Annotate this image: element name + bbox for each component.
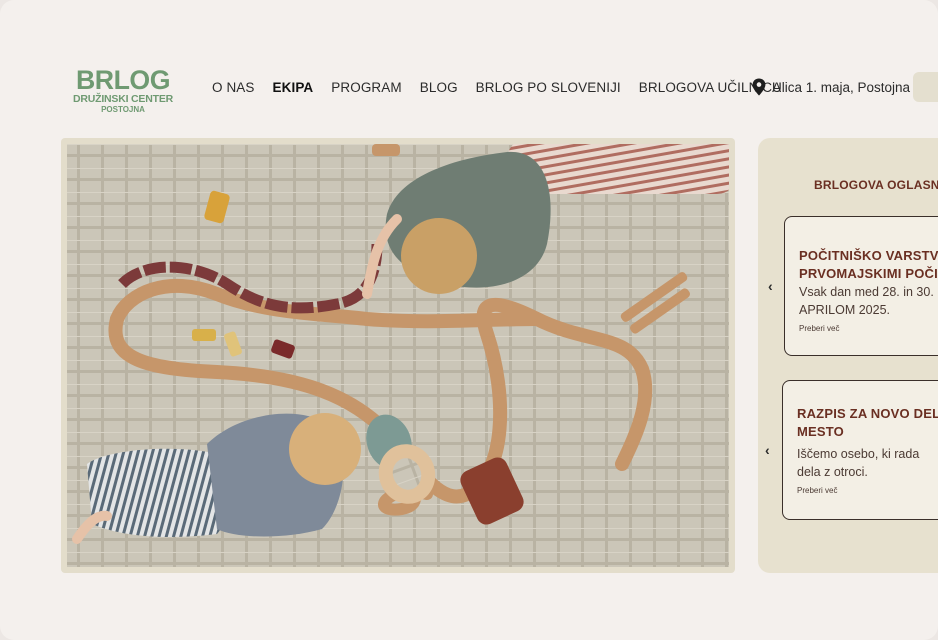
noticeboard-title: BRLOGOVA OGLASNA bbox=[814, 178, 938, 192]
nav-item-ekipa[interactable]: EKIPA bbox=[273, 80, 314, 95]
address[interactable]: Ulica 1. maja, Postojna bbox=[752, 78, 910, 96]
logo-subtitle: DRUŽINSKI CENTER bbox=[72, 93, 174, 105]
notice-card-title: POČITNIŠKO VARSTVO PRVOMAJSKIMI POČIT bbox=[799, 248, 938, 281]
notice-card[interactable]: RAZPIS ZA NOVO DELO MESTO Iščemo osebo, … bbox=[782, 380, 938, 520]
nav-item-blog[interactable]: BLOG bbox=[420, 80, 458, 95]
hero-image-frame bbox=[61, 138, 735, 573]
header-cta-button[interactable] bbox=[913, 72, 938, 102]
nav-item-program[interactable]: PROGRAM bbox=[331, 80, 401, 95]
notice-card[interactable]: POČITNIŠKO VARSTVO PRVOMAJSKIMI POČIT Vs… bbox=[784, 216, 938, 356]
logo-wordmark: BRLOG bbox=[76, 65, 170, 95]
chevron-left-icon[interactable]: ‹ bbox=[765, 443, 770, 457]
logo-graphic: BRLOG bbox=[76, 65, 171, 95]
read-more-link[interactable]: Preberi več bbox=[797, 486, 837, 495]
nav-item-o-nas[interactable]: O NAS bbox=[212, 80, 255, 95]
logo-city: POSTOJNA bbox=[101, 105, 145, 114]
page: BRLOG DRUŽINSKI CENTER POSTOJNA O NAS EK… bbox=[0, 0, 938, 640]
address-text: Ulica 1. maja, Postojna bbox=[772, 79, 911, 95]
main-nav: O NAS EKIPA PROGRAM BLOG BRLOG PO SLOVEN… bbox=[212, 80, 799, 95]
hero-photo bbox=[67, 144, 729, 567]
notice-card-text: Vsak dan med 28. in 30. APRILOM 2025. bbox=[799, 285, 934, 317]
notice-card-title: RAZPIS ZA NOVO DELO MESTO bbox=[797, 406, 938, 439]
map-pin-icon bbox=[752, 78, 766, 96]
nav-item-brlog-po-sloveniji[interactable]: BRLOG PO SLOVENIJI bbox=[476, 80, 621, 95]
chevron-left-icon[interactable]: ‹ bbox=[768, 279, 773, 293]
notice-card-text: Iščemo osebo, ki rada dela z otroci. bbox=[797, 447, 920, 479]
brlog-logo[interactable]: BRLOG DRUŽINSKI CENTER POSTOJNA bbox=[66, 62, 178, 120]
read-more-link[interactable]: Preberi več bbox=[799, 324, 839, 333]
